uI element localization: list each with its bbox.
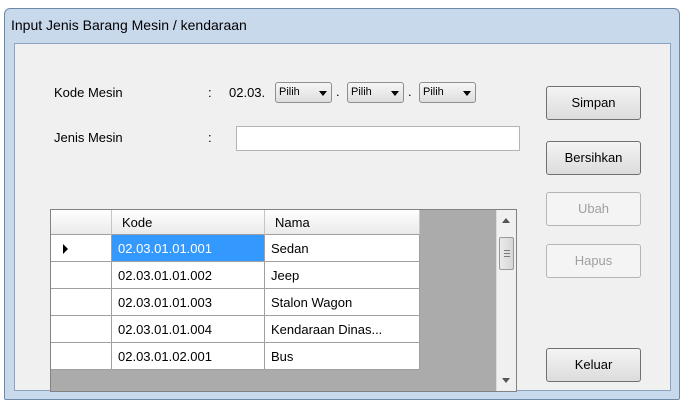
dot-separator-2: . <box>408 84 412 99</box>
data-grid[interactable]: Kode Nama 02.03.01.01.001 Sedan 02.03.01… <box>50 209 517 392</box>
simpan-button[interactable]: Simpan <box>546 86 641 120</box>
row-header-corner <box>51 210 112 235</box>
bersihkan-button[interactable]: Bersihkan <box>546 141 641 175</box>
combo-2-value: Pilih <box>351 86 372 98</box>
row-header[interactable] <box>51 262 112 289</box>
kode-prefix-text: 02.03. <box>229 85 266 100</box>
vertical-scrollbar[interactable] <box>496 210 516 391</box>
grip-line <box>504 256 510 257</box>
column-header-kode[interactable]: Kode <box>112 210 265 235</box>
jenis-mesin-colon: : <box>208 130 212 145</box>
kode-mesin-colon: : <box>208 85 212 100</box>
jenis-mesin-label: Jenis Mesin <box>54 130 123 145</box>
row-header[interactable] <box>51 289 112 316</box>
app-window: Input Jenis Barang Mesin / kendaraan Kod… <box>4 8 680 400</box>
scroll-down-arrow-icon[interactable] <box>502 378 510 383</box>
scroll-up-arrow-icon[interactable] <box>502 218 510 223</box>
chevron-down-icon <box>463 91 471 96</box>
grip-line <box>504 253 510 254</box>
hapus-button[interactable]: Hapus <box>546 244 641 278</box>
dot-separator-1: . <box>336 84 340 99</box>
cell-kode[interactable]: 02.03.01.02.001 <box>112 343 265 370</box>
cell-nama[interactable]: Sedan <box>265 235 420 262</box>
column-header-nama[interactable]: Nama <box>265 210 420 235</box>
cell-kode[interactable]: 02.03.01.01.002 <box>112 262 265 289</box>
window-title: Input Jenis Barang Mesin / kendaraan <box>11 17 247 33</box>
combo-3-value: Pilih <box>423 86 444 98</box>
cell-nama[interactable]: Stalon Wagon <box>265 289 420 316</box>
title-bar[interactable]: Input Jenis Barang Mesin / kendaraan <box>5 9 679 43</box>
cell-nama[interactable]: Jeep <box>265 262 420 289</box>
ubah-button[interactable]: Ubah <box>546 192 641 226</box>
jenis-mesin-input[interactable] <box>236 126 520 151</box>
row-header[interactable] <box>51 235 112 262</box>
scrollbar-thumb[interactable] <box>499 237 514 270</box>
kode-combo-1[interactable]: Pilih <box>275 82 332 103</box>
chevron-down-icon <box>319 91 327 96</box>
cell-kode[interactable]: 02.03.01.01.004 <box>112 316 265 343</box>
cell-kode[interactable]: 02.03.01.01.003 <box>112 289 265 316</box>
cell-nama[interactable]: Bus <box>265 343 420 370</box>
form-client-area: Kode Mesin : 02.03. Pilih . Pilih . Pili… <box>14 43 671 392</box>
keluar-button[interactable]: Keluar <box>546 348 641 382</box>
kode-combo-3[interactable]: Pilih <box>419 82 476 103</box>
cell-nama[interactable]: Kendaraan Dinas... <box>265 316 420 343</box>
combo-1-value: Pilih <box>279 86 300 98</box>
current-row-arrow-icon <box>63 244 68 254</box>
grip-line <box>504 250 510 251</box>
chevron-down-icon <box>391 91 399 96</box>
cell-kode[interactable]: 02.03.01.01.001 <box>112 235 265 262</box>
row-header[interactable] <box>51 343 112 370</box>
kode-mesin-label: Kode Mesin <box>54 85 123 100</box>
row-header[interactable] <box>51 316 112 343</box>
kode-combo-2[interactable]: Pilih <box>347 82 404 103</box>
